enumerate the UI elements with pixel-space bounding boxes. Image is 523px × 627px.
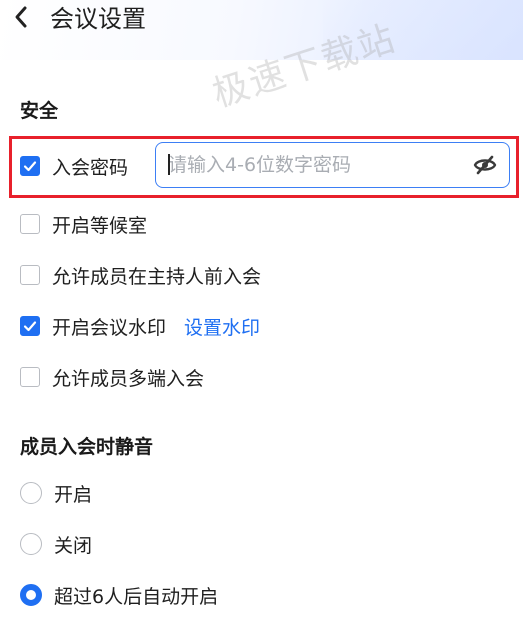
page-title: 会议设置 (50, 5, 146, 33)
mute-auto-radio[interactable] (20, 584, 42, 606)
option-label: 开启等候室 (52, 214, 148, 237)
join-before-host-checkbox[interactable] (20, 265, 40, 285)
radio-label: 开启 (54, 483, 93, 506)
text-caret (168, 154, 170, 175)
password-field[interactable] (155, 142, 510, 188)
password-option[interactable]: 入会密码 (20, 153, 128, 179)
header-bar: 会议设置 (0, 0, 523, 60)
option-multi-device[interactable]: 允许成员多端入会 (20, 364, 204, 390)
option-meeting-watermark[interactable]: 开启会议水印 设置水印 (20, 313, 260, 339)
check-icon (23, 321, 37, 332)
password-checkbox[interactable] (20, 156, 40, 176)
chevron-left-icon[interactable] (10, 4, 34, 30)
waiting-room-checkbox[interactable] (20, 214, 40, 234)
mute-on-radio[interactable] (20, 482, 42, 504)
mute-section-title: 成员入会时静音 (20, 436, 154, 458)
radio-label: 超过6人后自动开启 (54, 585, 219, 608)
option-waiting-room[interactable]: 开启等候室 (20, 211, 147, 237)
option-label: 开启会议水印 (52, 316, 167, 339)
mute-option-on[interactable]: 开启 (20, 480, 92, 506)
set-watermark-link[interactable]: 设置水印 (184, 313, 260, 340)
option-join-before-host[interactable]: 允许成员在主持人前入会 (20, 262, 261, 288)
mute-option-auto[interactable]: 超过6人后自动开启 (20, 582, 218, 608)
check-icon (23, 161, 37, 172)
password-input[interactable] (168, 143, 458, 186)
security-section-title: 安全 (20, 100, 59, 122)
option-label: 允许成员在主持人前入会 (52, 265, 262, 288)
meeting-watermark-checkbox[interactable] (20, 316, 40, 336)
password-label: 入会密码 (52, 156, 129, 179)
multi-device-checkbox[interactable] (20, 367, 40, 387)
mute-option-off[interactable]: 关闭 (20, 531, 92, 557)
eye-off-icon[interactable] (473, 154, 497, 176)
mute-off-radio[interactable] (20, 533, 42, 555)
option-label: 允许成员多端入会 (52, 367, 205, 390)
radio-label: 关闭 (54, 534, 93, 557)
header-decoration (323, 0, 523, 60)
